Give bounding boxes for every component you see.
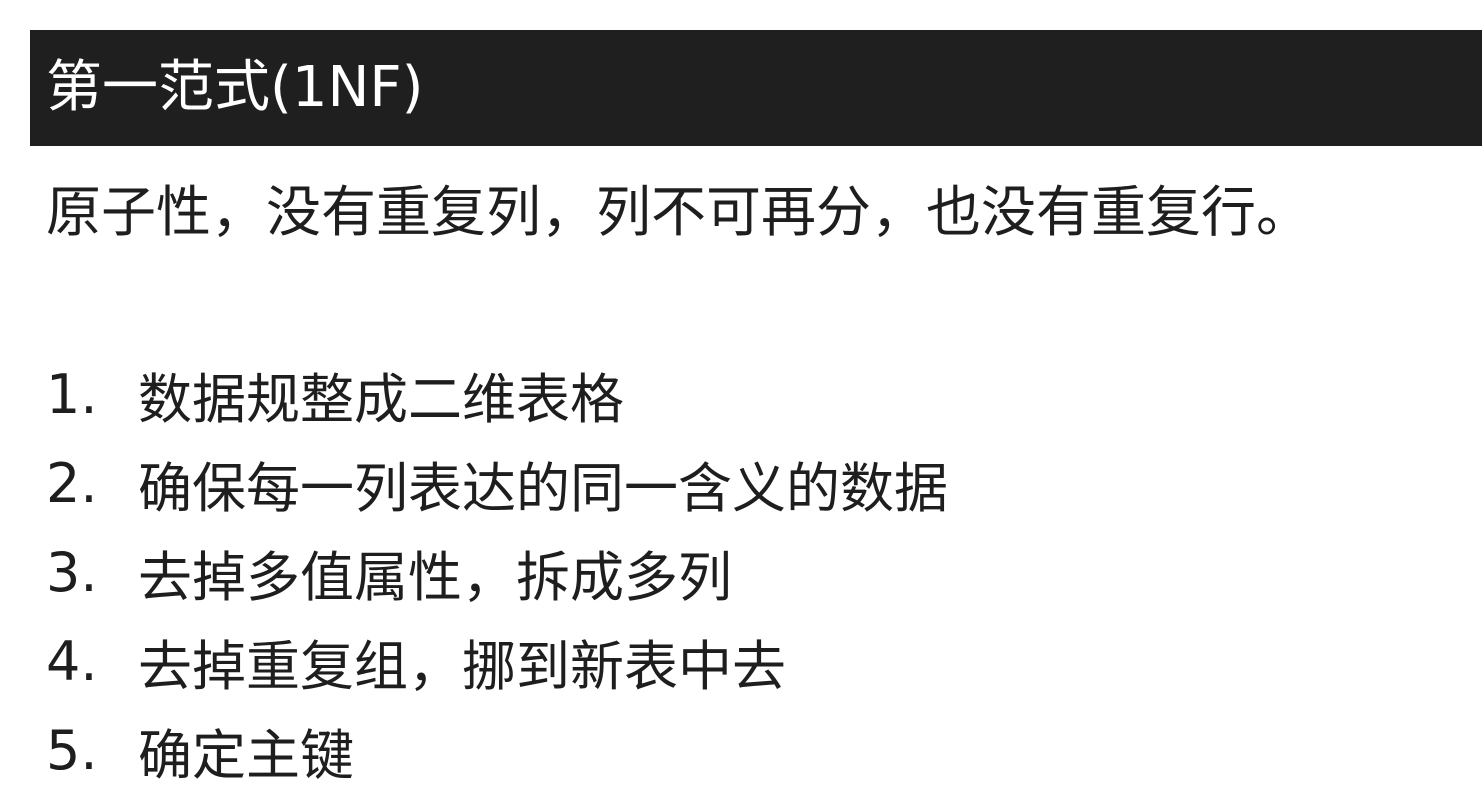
list-item: 5. 确定主键 <box>46 706 948 795</box>
step-number: 2. <box>46 452 98 515</box>
step-number: 1. <box>46 363 98 426</box>
title-bar: 第一范式(1NF) <box>30 30 1482 146</box>
list-item: 1. 数据规整成二维表格 <box>46 350 948 439</box>
steps-list: 1. 数据规整成二维表格 2. 确保每一列表达的同一含义的数据 3. 去掉多值属… <box>46 350 948 795</box>
list-item: 3. 去掉多值属性，拆成多列 <box>46 528 948 617</box>
list-item: 4. 去掉重复组，挪到新表中去 <box>46 617 948 706</box>
page-title: 第一范式(1NF) <box>46 55 424 120</box>
list-item: 2. 确保每一列表达的同一含义的数据 <box>46 439 948 528</box>
step-number: 4. <box>46 630 98 693</box>
step-text: 确保每一列表达的同一含义的数据 <box>138 457 948 520</box>
definition-text: 原子性，没有重复列，列不可再分，也没有重复行。 <box>46 180 1312 244</box>
step-number: 3. <box>46 541 98 604</box>
step-text: 去掉重复组，挪到新表中去 <box>138 635 786 698</box>
step-number: 5. <box>46 719 98 782</box>
step-text: 去掉多值属性，拆成多列 <box>138 546 732 609</box>
step-text: 确定主键 <box>138 724 354 787</box>
step-text: 数据规整成二维表格 <box>138 368 624 431</box>
